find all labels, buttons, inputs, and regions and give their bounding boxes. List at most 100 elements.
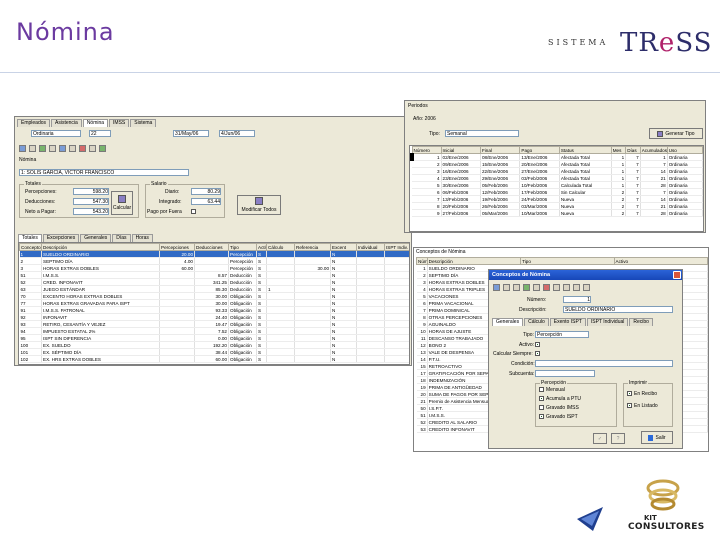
- prev-record-icon[interactable]: [563, 284, 570, 291]
- column-header[interactable]: Individual: [356, 243, 385, 251]
- table-row[interactable]: 70 EXCENTO HORAS EXTRAS DOBLES 30.00 Obliga…: [19, 292, 409, 300]
- column-header[interactable]: Pago: [519, 146, 560, 154]
- tab-asistencia[interactable]: Asistencia: [51, 119, 82, 127]
- column-header[interactable]: Mes: [610, 146, 627, 154]
- column-header[interactable]: Descripción: [426, 257, 522, 265]
- column-header[interactable]: Activo: [613, 257, 708, 265]
- table-row[interactable]: 52 CRED. INFONAVIT 341.25 Deducción S N: [19, 278, 409, 286]
- period-start-field[interactable]: 31/May/06: [173, 130, 209, 137]
- table-row[interactable]: 1 SUELDO ORDINARIO 20.00 Percepción S N: [19, 250, 409, 258]
- employee-selector[interactable]: 1: SOLÍS GARCÍA, VÍCTOR FRANCISCO: [19, 169, 189, 176]
- column-header[interactable]: Cálculo: [266, 243, 295, 251]
- column-header[interactable]: Deducciones: [194, 243, 229, 251]
- next-record-icon[interactable]: [573, 284, 580, 291]
- tab-generales[interactable]: Generales: [492, 318, 524, 326]
- column-header[interactable]: Activo: [256, 243, 267, 251]
- column-header[interactable]: Número: [416, 257, 428, 265]
- column-header[interactable]: Referencia: [294, 243, 331, 251]
- table-row[interactable]: 7 13/Feb/2006 19/Feb/2006 24/Feb/2006 Nueva 2…: [412, 195, 703, 203]
- tab-sistema[interactable]: Sistema: [130, 119, 157, 127]
- column-header[interactable]: Final: [479, 146, 521, 154]
- calculate-button[interactable]: Calcular: [111, 191, 133, 215]
- tab-calculo[interactable]: Cálculo: [524, 318, 549, 326]
- table-row[interactable]: 9 27/Feb/2006 05/Mar/2006 10/Mar/2006 Nueva 2…: [412, 209, 703, 217]
- find-icon[interactable]: [533, 284, 540, 291]
- gravado-imss-check-box[interactable]: [539, 405, 544, 411]
- column-header[interactable]: Acumulados: [639, 146, 668, 154]
- cancel-button[interactable]: ?: [611, 433, 625, 444]
- table-row[interactable]: 8 20/Feb/2006 26/Feb/2006 03/Mar/2006 Nueva 2…: [412, 202, 703, 210]
- column-header[interactable]: Uso: [666, 146, 703, 154]
- table-row[interactable]: 63 JUEGO ESTÁNDAR 85.30 Deducción S 1 N: [19, 285, 409, 293]
- acumula-ptu-check-box[interactable]: [539, 396, 544, 402]
- table-row[interactable]: 77 HORAS EXTRAS GRAVADAS PARA ISPT 30.00 Ob…: [19, 299, 409, 307]
- table-row[interactable]: 92 INFONAVIT 24.40 Obligación S N: [19, 313, 409, 321]
- column-header[interactable]: Concepto: [19, 243, 42, 251]
- tab-excepciones[interactable]: Excepciones: [42, 234, 80, 242]
- table-row[interactable]: 93 RETIRO, CESANTÍA Y VEJEZ 19.47 Obligació…: [19, 320, 409, 328]
- tab-totales[interactable]: Totales: [18, 234, 42, 242]
- subcuenta-field[interactable]: [535, 370, 595, 377]
- edit-icon[interactable]: [59, 145, 66, 152]
- mensual-check-box[interactable]: [539, 387, 544, 393]
- column-header[interactable]: Excent: [330, 243, 357, 251]
- generate-type-button[interactable]: Generar Tipo: [649, 128, 703, 139]
- en-recibo-checkbox[interactable]: En Recibo: [627, 391, 657, 397]
- modify-all-button[interactable]: Modificar Todos: [237, 195, 281, 215]
- mensual-checkbox[interactable]: Mensual: [539, 387, 565, 393]
- tipo-select[interactable]: Percepción: [535, 331, 589, 338]
- table-row[interactable]: 102 EX. HRS EXTRAS DOBLES 60.00 Obligación S…: [19, 355, 409, 363]
- activo-checkbox[interactable]: [535, 342, 540, 347]
- condicion-field[interactable]: [535, 360, 673, 367]
- descripcion-field[interactable]: SUELDO ORDINARIO: [563, 306, 673, 313]
- refresh-icon[interactable]: [523, 284, 530, 291]
- delete-icon[interactable]: [79, 145, 86, 152]
- table-row[interactable]: 3 HORAS EXTRAS DOBLES 60.00 Percepción S 30.0…: [19, 264, 409, 272]
- table-row[interactable]: 100 EX. SUELDO 192.20 Obligación S N: [19, 341, 409, 349]
- period-type-select[interactable]: Ordinaria: [31, 130, 81, 137]
- table-row[interactable]: 3 16/Ene/2006 22/Ene/2006 27/Ene/2006 Afecta…: [412, 167, 703, 175]
- export-icon[interactable]: [89, 145, 96, 152]
- table-row[interactable]: 4 23/Ene/2006 29/Ene/2006 03/Feb/2006 Afecta…: [412, 174, 703, 182]
- last-record-icon[interactable]: [583, 284, 590, 291]
- table-row[interactable]: 2 09/Ene/2006 15/Ene/2006 20/Ene/2006 Afecta…: [412, 160, 703, 168]
- gravado-imss-checkbox[interactable]: Gravado IMSS: [539, 405, 579, 411]
- table-row[interactable]: 94 IMPUESTO ESTATAL 2% 7.52 Obligación S N: [19, 327, 409, 335]
- acumula-ptu-checkbox[interactable]: Acumula a PTU: [539, 396, 581, 402]
- tab-empleados[interactable]: Empleados: [17, 119, 51, 127]
- table-row[interactable]: 51 I.M.S.S. 8.57 Deducción S N: [19, 271, 409, 279]
- tab-exento-ispt[interactable]: Exento ISPT: [549, 318, 586, 326]
- ok-button[interactable]: ✓: [593, 433, 607, 444]
- en-recibo-check-box[interactable]: [627, 391, 632, 397]
- gravado-ispt-check-box[interactable]: [539, 414, 544, 420]
- tipo-select[interactable]: Semanal: [445, 130, 519, 137]
- first-record-icon[interactable]: [553, 284, 560, 291]
- calcular-checkbox[interactable]: [535, 351, 540, 356]
- column-header[interactable]: Número: [411, 146, 442, 154]
- tab-imss[interactable]: IMSS: [109, 119, 130, 127]
- print-icon[interactable]: [29, 145, 36, 152]
- table-row[interactable]: 1 02/Ene/2006 08/Ene/2006 13/Ene/2006 Afecta…: [410, 153, 703, 161]
- tab-ispt-individual[interactable]: ISPT Individual: [586, 318, 629, 326]
- pago-fuera-checkbox[interactable]: [191, 209, 196, 214]
- period-number-field[interactable]: 22: [89, 130, 111, 137]
- refresh-icon[interactable]: [39, 145, 46, 152]
- find-icon[interactable]: [49, 145, 56, 152]
- copy-icon[interactable]: [69, 145, 76, 152]
- column-header[interactable]: Status: [558, 146, 612, 154]
- column-header[interactable]: Percepciones: [159, 243, 195, 251]
- table-row[interactable]: 2 SEPTIMO DÍA 4.00 Percepción S N: [19, 257, 409, 265]
- table-row[interactable]: 101 EX. SÉPTIMO DÍA 38.44 Obligación S N: [19, 348, 409, 356]
- column-header[interactable]: Inicial: [440, 146, 481, 154]
- tab-dias[interactable]: Días: [112, 234, 131, 242]
- tab-generales[interactable]: Generales: [80, 234, 112, 242]
- save-icon[interactable]: [493, 284, 500, 291]
- new-icon[interactable]: [503, 284, 510, 291]
- column-header[interactable]: Tipo: [520, 257, 615, 265]
- tab-recibo[interactable]: Recibo: [629, 318, 653, 326]
- tab-horas[interactable]: Horas: [131, 234, 153, 242]
- numero-field[interactable]: 1: [563, 296, 591, 303]
- tab-nomina[interactable]: Nómina: [82, 119, 109, 127]
- en-listado-checkbox[interactable]: En Listado: [627, 403, 658, 409]
- print-icon[interactable]: [513, 284, 520, 291]
